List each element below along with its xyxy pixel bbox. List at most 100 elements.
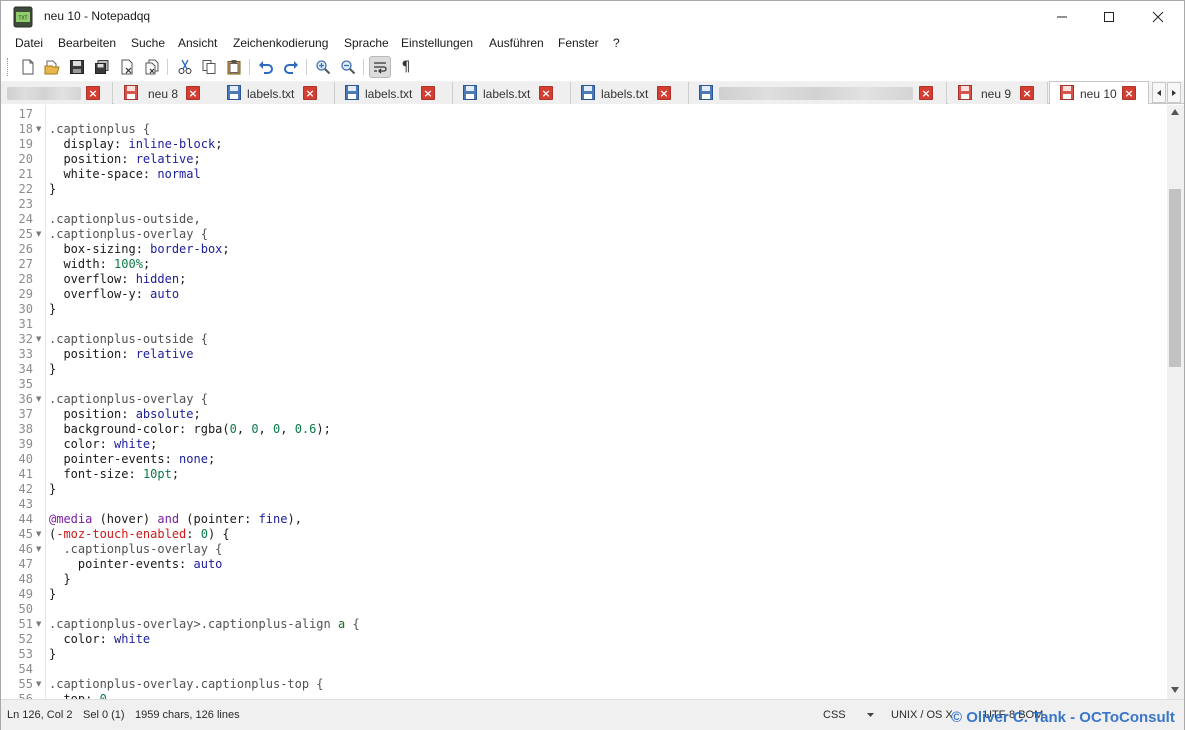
- code-line[interactable]: 19 display: inline-block;: [1, 137, 1166, 152]
- fold-marker-icon[interactable]: ▼: [36, 392, 44, 407]
- save-button[interactable]: [66, 56, 88, 78]
- code-line[interactable]: 39 color: white;: [1, 437, 1166, 452]
- menu-datei[interactable]: Datei: [15, 36, 43, 50]
- copy-button[interactable]: [198, 56, 220, 78]
- tab-scroll-right-button[interactable]: [1167, 82, 1181, 103]
- tab-labels-txt[interactable]: labels.txt ×: [453, 82, 571, 104]
- menu-ausfuehren[interactable]: Ausführen: [489, 36, 544, 50]
- tab-close-button[interactable]: ×: [421, 86, 435, 100]
- tab-close-button[interactable]: ×: [657, 86, 671, 100]
- code-line[interactable]: 32 ▼ .captionplus-outside {: [1, 332, 1166, 347]
- code-line[interactable]: 42}: [1, 482, 1166, 497]
- show-symbols-toggle[interactable]: ¶: [395, 56, 417, 78]
- code-line[interactable]: 22}: [1, 182, 1166, 197]
- redo-button[interactable]: [280, 56, 302, 78]
- save-all-button[interactable]: [91, 56, 113, 78]
- language-selector[interactable]: CSS: [823, 709, 846, 721]
- code-line[interactable]: 37 position: absolute;: [1, 407, 1166, 422]
- code-line[interactable]: 25 ▼ .captionplus-overlay {: [1, 227, 1166, 242]
- menu-help[interactable]: ?: [613, 36, 620, 50]
- code-line[interactable]: 18 ▼ .captionplus {: [1, 122, 1166, 137]
- new-file-button[interactable]: [17, 56, 39, 78]
- vertical-scrollbar[interactable]: [1167, 105, 1184, 699]
- tab-labels-txt[interactable]: labels.txt ×: [571, 82, 689, 104]
- code-line[interactable]: 30}: [1, 302, 1166, 317]
- fold-marker-icon[interactable]: ▼: [36, 122, 44, 137]
- code-line[interactable]: 36 ▼ .captionplus-overlay {: [1, 392, 1166, 407]
- code-line[interactable]: 54: [1, 662, 1166, 677]
- tab-neu-8[interactable]: neu 8 ×: [114, 82, 232, 104]
- code-line[interactable]: 26 box-sizing: border-box;: [1, 242, 1166, 257]
- code-line[interactable]: 20 position: relative;: [1, 152, 1166, 167]
- menu-bearbeiten[interactable]: Bearbeiten: [58, 36, 116, 50]
- code-line[interactable]: 35: [1, 377, 1166, 392]
- fold-marker-icon[interactable]: ▼: [36, 227, 44, 242]
- code-line[interactable]: 48 }: [1, 572, 1166, 587]
- maximize-button[interactable]: [1086, 1, 1132, 32]
- code-line[interactable]: 33 position: relative: [1, 347, 1166, 362]
- menu-einstellungen[interactable]: Einstellungen: [401, 36, 473, 50]
- fold-marker-icon[interactable]: ▼: [36, 617, 44, 632]
- minimize-button[interactable]: [1039, 1, 1085, 32]
- code-line[interactable]: 47 pointer-events: auto: [1, 557, 1166, 572]
- code-line[interactable]: 44 @media (hover) and (pointer: fine),: [1, 512, 1166, 527]
- zoom-in-button[interactable]: [312, 56, 334, 78]
- code-line[interactable]: 52 color: white: [1, 632, 1166, 647]
- tab-blurred-2[interactable]: ×: [689, 82, 947, 104]
- word-wrap-toggle[interactable]: [369, 56, 391, 78]
- toolbar-grip[interactable]: [7, 58, 9, 76]
- tab-close-button[interactable]: ×: [1020, 86, 1034, 100]
- paste-button[interactable]: [223, 56, 245, 78]
- code-line[interactable]: 38 background-color: rgba(0, 0, 0, 0.6);: [1, 422, 1166, 437]
- tab-close-button[interactable]: ×: [1122, 86, 1136, 100]
- menu-suche[interactable]: Suche: [131, 36, 165, 50]
- code-line[interactable]: 51 ▼ .captionplus-overlay>.captionplus-ali…: [1, 617, 1166, 632]
- code-line[interactable]: 28 overflow: hidden;: [1, 272, 1166, 287]
- tab-blurred-1[interactable]: ×: [1, 82, 113, 104]
- code-line[interactable]: 43: [1, 497, 1166, 512]
- tab-close-button[interactable]: ×: [186, 86, 200, 100]
- scrollbar-thumb[interactable]: [1169, 189, 1181, 367]
- menu-sprache[interactable]: Sprache: [344, 36, 389, 50]
- code-line[interactable]: 29 overflow-y: auto: [1, 287, 1166, 302]
- code-line[interactable]: 27 width: 100%;: [1, 257, 1166, 272]
- code-line[interactable]: 21 white-space: normal: [1, 167, 1166, 182]
- zoom-out-button[interactable]: [337, 56, 359, 78]
- tab-labels-txt[interactable]: labels.txt ×: [217, 82, 335, 104]
- code-line[interactable]: 23: [1, 197, 1166, 212]
- tab-labels-txt[interactable]: labels.txt ×: [335, 82, 453, 104]
- code-line[interactable]: 53}: [1, 647, 1166, 662]
- tab-neu-9[interactable]: neu 9 ×: [948, 82, 1048, 104]
- menu-zeichenkodierung[interactable]: Zeichenkodierung: [233, 36, 328, 50]
- code-line[interactable]: 55 ▼ .captionplus-overlay.captionplus-top …: [1, 677, 1166, 692]
- line-endings-selector[interactable]: UNIX / OS X: [891, 709, 953, 721]
- close-window-button[interactable]: [1135, 1, 1181, 32]
- code-line[interactable]: 50: [1, 602, 1166, 617]
- code-line[interactable]: 24 .captionplus-outside,: [1, 212, 1166, 227]
- code-line[interactable]: 56 top: 0: [1, 692, 1166, 699]
- code-line[interactable]: 49}: [1, 587, 1166, 602]
- undo-button[interactable]: [255, 56, 277, 78]
- code-editor[interactable]: 17 18 ▼ .captionplus {19 display: inline-bl…: [1, 105, 1184, 699]
- tab-close-button[interactable]: ×: [919, 86, 933, 100]
- tab-close-button[interactable]: ×: [303, 86, 317, 100]
- menu-ansicht[interactable]: Ansicht: [178, 36, 217, 50]
- code-line[interactable]: 45 ▼ (-moz-touch-enabled: 0) {: [1, 527, 1166, 542]
- fold-marker-icon[interactable]: ▼: [36, 677, 44, 692]
- code-line[interactable]: 31: [1, 317, 1166, 332]
- code-line[interactable]: 17: [1, 107, 1166, 122]
- menu-fenster[interactable]: Fenster: [558, 36, 599, 50]
- fold-marker-icon[interactable]: ▼: [36, 542, 44, 557]
- tab-scroll-left-button[interactable]: [1152, 82, 1166, 103]
- tab-close-button[interactable]: ×: [86, 86, 100, 100]
- tab-neu-10[interactable]: neu 10 ×: [1049, 81, 1149, 104]
- open-file-button[interactable]: [41, 56, 63, 78]
- fold-marker-icon[interactable]: ▼: [36, 332, 44, 347]
- close-all-button[interactable]: [141, 56, 163, 78]
- code-line[interactable]: 41 font-size: 10pt;: [1, 467, 1166, 482]
- fold-marker-icon[interactable]: ▼: [36, 527, 44, 542]
- code-line[interactable]: 46 ▼ .captionplus-overlay {: [1, 542, 1166, 557]
- close-file-button[interactable]: [116, 56, 138, 78]
- code-line[interactable]: 34}: [1, 362, 1166, 377]
- cut-button[interactable]: [174, 56, 196, 78]
